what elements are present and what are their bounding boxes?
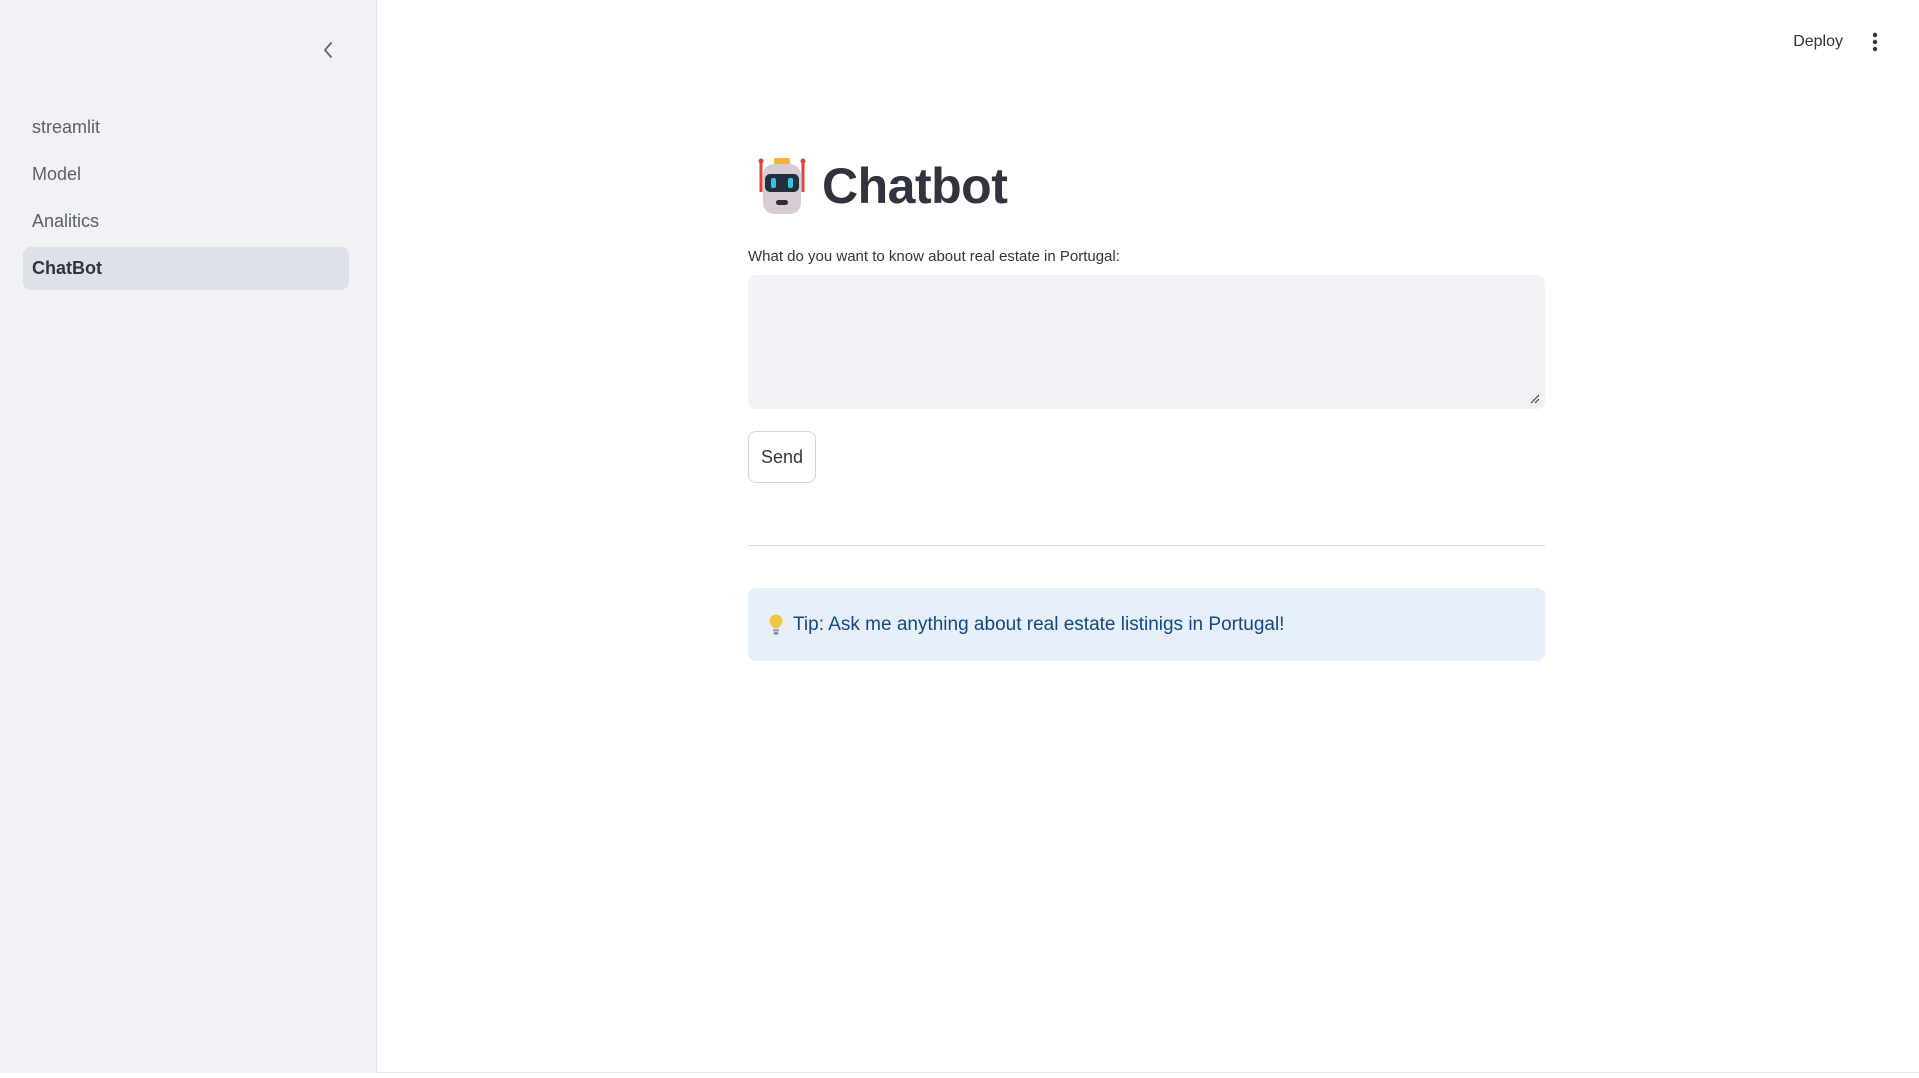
question-label: What do you want to know about real esta… (748, 248, 1120, 265)
more-vertical-icon (1872, 32, 1878, 52)
main-menu-button[interactable] (1865, 30, 1885, 54)
sidebar-item-chatbot[interactable]: ChatBot (23, 247, 349, 290)
send-button[interactable]: Send (748, 431, 816, 483)
tip-text: Tip: Ask me anything about real estate l… (793, 613, 1285, 635)
app-window: streamlit Model Analitics ChatBot Deploy (0, 0, 1919, 1073)
question-input[interactable] (748, 275, 1545, 409)
sidebar-item-label: Model (32, 164, 82, 184)
page-header: Chatbot (748, 150, 1545, 222)
tip-banner: Tip: Ask me anything about real estate l… (748, 588, 1545, 661)
page-title: Chatbot (822, 158, 1008, 214)
sidebar-item-label: Analitics (32, 211, 100, 231)
sidebar-nav: streamlit Model Analitics ChatBot (23, 106, 349, 294)
sidebar-item-model[interactable]: Model (23, 153, 349, 196)
divider (748, 545, 1545, 546)
sidebar-item-label: ChatBot (32, 258, 102, 278)
sidebar-item-streamlit[interactable]: streamlit (23, 106, 349, 149)
robot-icon (758, 158, 806, 214)
chevron-left-icon (324, 42, 332, 58)
sidebar: streamlit Model Analitics ChatBot (0, 0, 377, 1073)
question-field (748, 275, 1545, 409)
main-content: Chatbot What do you want to know about r… (748, 150, 1545, 661)
sidebar-item-label: streamlit (32, 117, 101, 137)
sidebar-item-analitics[interactable]: Analitics (23, 200, 349, 243)
resize-handle-icon[interactable] (1530, 394, 1540, 404)
deploy-button[interactable]: Deploy (1793, 33, 1843, 51)
toolbar: Deploy (1793, 30, 1885, 54)
lightbulb-icon (769, 614, 783, 634)
collapse-sidebar-button[interactable] (314, 36, 342, 64)
